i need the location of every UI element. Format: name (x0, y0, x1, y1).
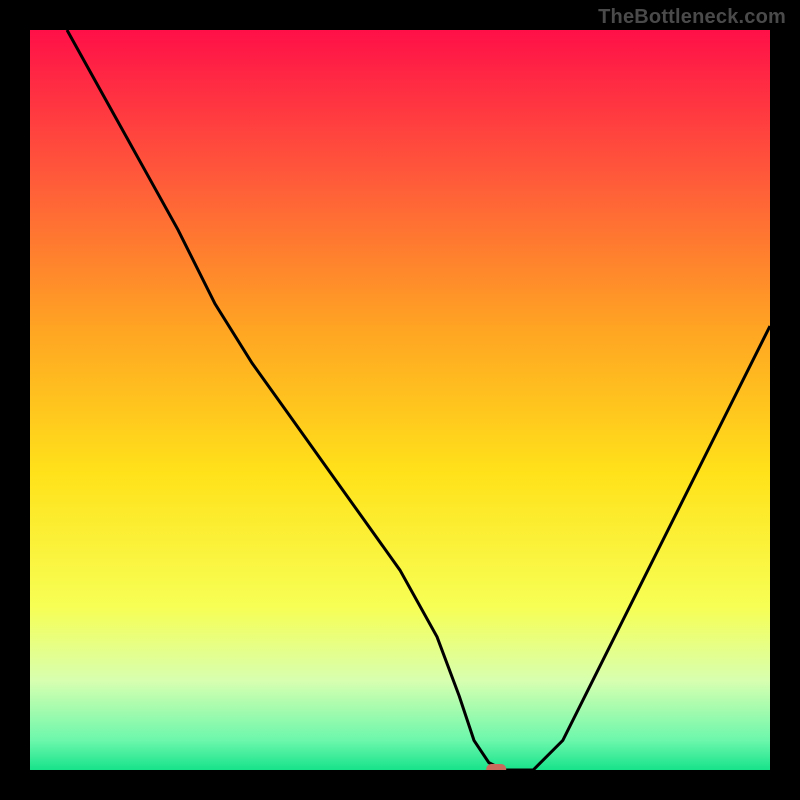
watermark-text: TheBottleneck.com (598, 6, 786, 29)
optimal-point-marker (486, 764, 506, 770)
chart-svg (30, 30, 770, 770)
plot-area (30, 30, 770, 770)
chart-frame: TheBottleneck.com (0, 0, 800, 800)
gradient-background (30, 30, 770, 770)
